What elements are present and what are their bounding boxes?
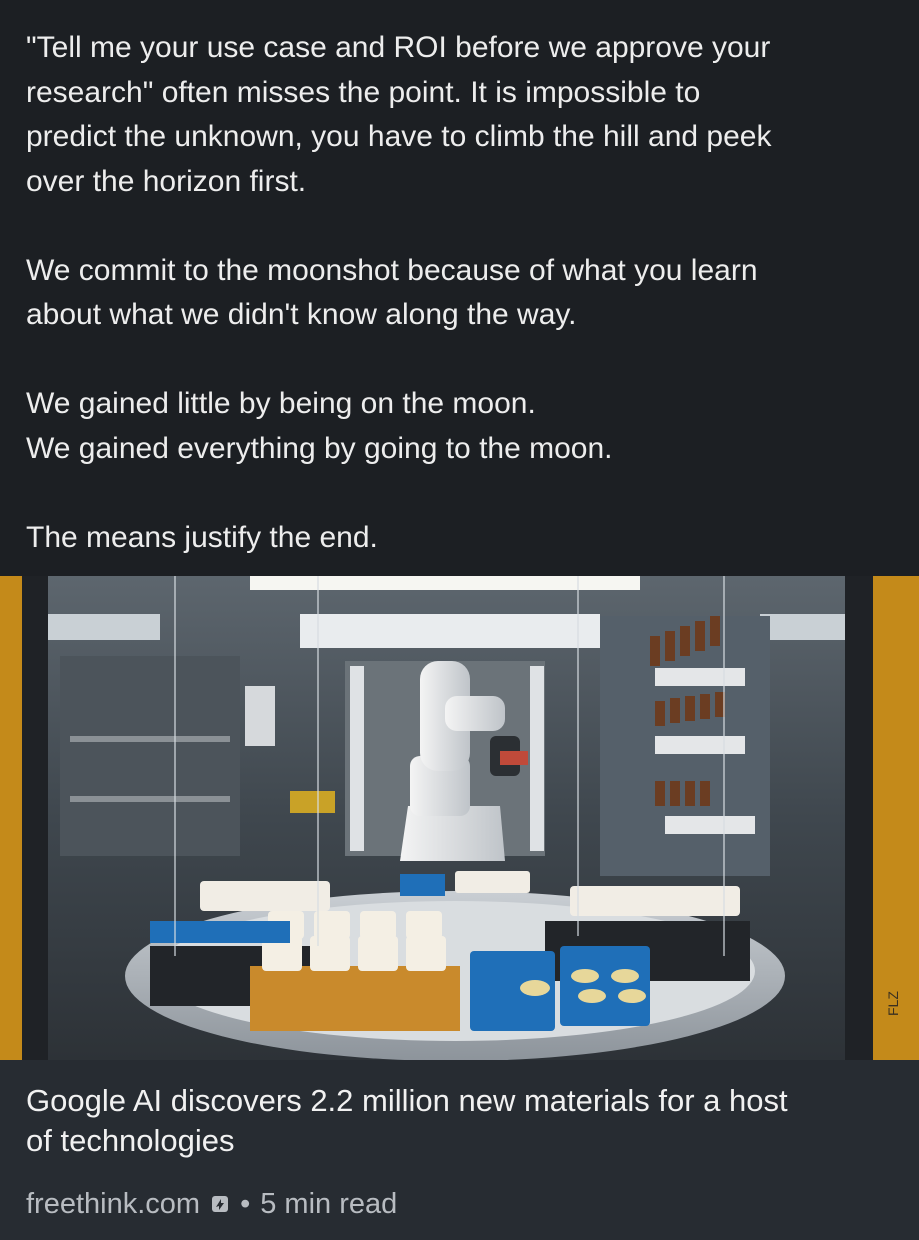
robot-lab-photo: FLZ: [0, 576, 919, 1060]
paragraph-2: We commit to the moonshot because of wha…: [26, 249, 906, 338]
text-line: We gained little by being on the moon.: [26, 387, 536, 420]
text-line: over the horizon first.: [26, 164, 307, 198]
link-preview-image[interactable]: FLZ: [0, 576, 919, 1060]
text-line: We commit to the moonshot because of wha…: [26, 253, 758, 287]
text-line: research" often misses the point. It is …: [26, 75, 701, 109]
meta-separator: •: [240, 1187, 251, 1220]
text-line: about what we didn't know along the way.: [26, 298, 577, 331]
post-body: "Tell me your use case and ROI before we…: [26, 26, 906, 560]
link-title[interactable]: Google AI discovers 2.2 million new mate…: [26, 1081, 896, 1161]
read-time: 5 min read: [260, 1187, 398, 1220]
link-badge-icon: [210, 1194, 230, 1214]
text-line: predict the unknown, you have to climb t…: [26, 120, 772, 153]
text-line: We gained everything by going to the moo…: [26, 431, 613, 465]
link-meta: freethink.com • 5 min read: [26, 1184, 397, 1224]
link-title-line-2: of technologies: [26, 1123, 235, 1158]
link-domain: freethink.com: [26, 1187, 201, 1220]
link-title-line-1: Google AI discovers 2.2 million new mate…: [26, 1083, 788, 1118]
paragraph-3: We gained little by being on the moon. W…: [26, 382, 906, 471]
paragraph-1: "Tell me your use case and ROI before we…: [26, 26, 906, 204]
text-line: "Tell me your use case and ROI before we…: [26, 31, 771, 64]
link-preview-card[interactable]: Google AI discovers 2.2 million new mate…: [0, 1060, 919, 1240]
text-line: The means justify the end.: [26, 520, 378, 554]
corner-label: FLZ: [885, 991, 901, 1016]
paragraph-4: The means justify the end.: [26, 516, 906, 561]
